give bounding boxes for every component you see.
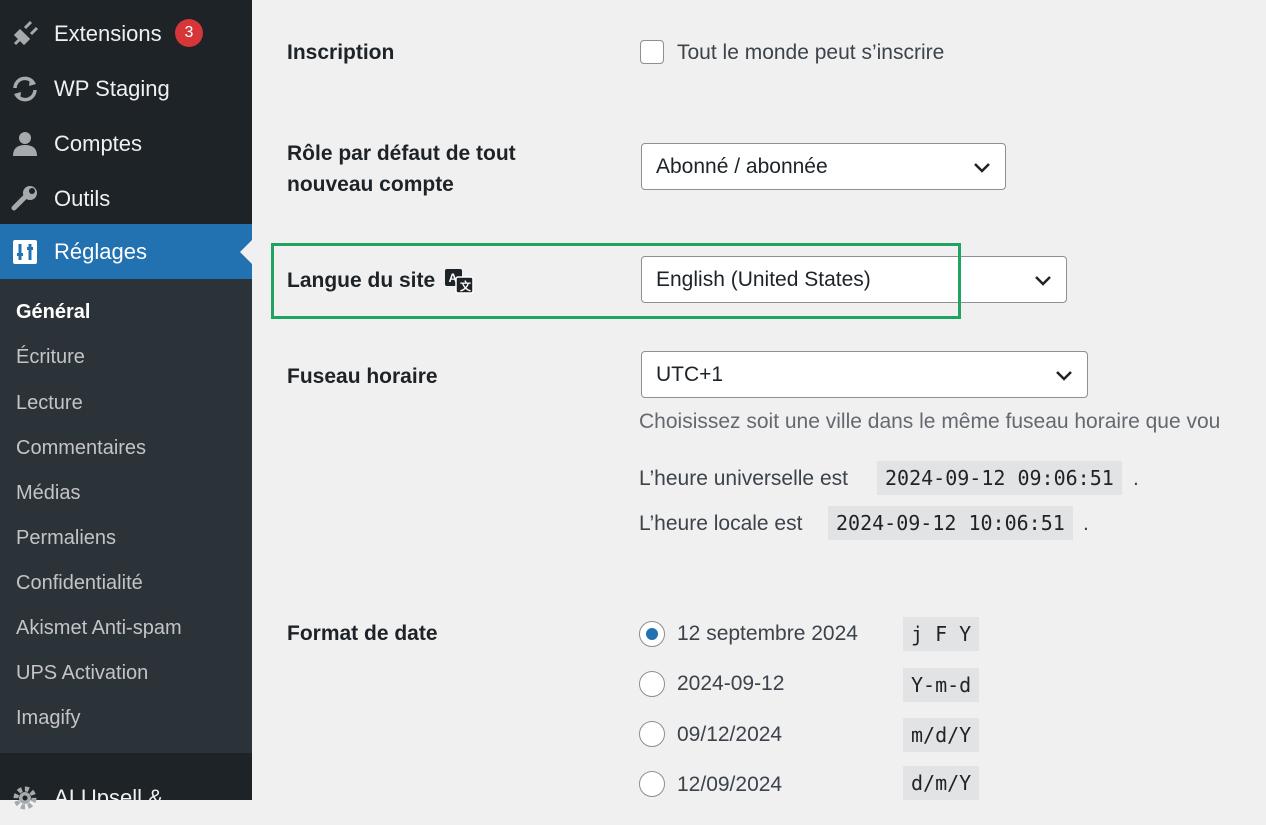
menu-label: Extensions: [54, 20, 162, 46]
date-format-radio-d-m-y[interactable]: [639, 771, 665, 797]
active-indicator: [240, 239, 252, 264]
update-count-badge: 3: [175, 19, 203, 47]
submenu-item-imagify[interactable]: Imagify: [16, 703, 80, 733]
chevron-down-icon: [1056, 371, 1072, 381]
default-role-label-line2: nouveau compte: [287, 173, 454, 196]
submenu-item-medias[interactable]: Médias: [16, 478, 80, 508]
gear-icon: [10, 783, 40, 813]
default-role-label: Rôle par défaut de tout nouveau compte: [287, 138, 516, 200]
local-time-code: 2024-09-12 10:06:51: [828, 506, 1073, 540]
svg-text:文: 文: [460, 279, 472, 293]
site-language-select[interactable]: English (United States): [641, 256, 1067, 303]
plugin-icon: [10, 19, 40, 49]
date-format-option-label[interactable]: 09/12/2024: [677, 721, 782, 749]
site-language-label-text: Langue du site: [287, 269, 436, 292]
date-format-code: m/d/Y: [903, 718, 980, 752]
settings-submenu: Général Écriture Lecture Commentaires Mé…: [0, 279, 252, 753]
timezone-description: Choisissez soit une ville dans le même f…: [639, 410, 1221, 433]
inscription-label: Inscription: [287, 41, 395, 64]
submenu-item-permaliens[interactable]: Permaliens: [16, 523, 116, 553]
date-format-code: j F Y: [903, 617, 980, 651]
default-role-value: Abonné / abonnée: [656, 154, 828, 178]
registration-checkbox-label[interactable]: Tout le monde peut s’inscrire: [677, 39, 944, 67]
wrench-icon: [10, 184, 40, 214]
translate-icon: A文: [444, 268, 474, 294]
date-format-radio-m-d-y[interactable]: [639, 721, 665, 747]
registration-checkbox[interactable]: [640, 40, 664, 64]
user-icon: [10, 129, 40, 159]
settings-sliders-icon: [10, 237, 40, 267]
menu-label: AI Upsell &: [54, 784, 163, 810]
default-role-label-line1: Rôle par défaut de tout: [287, 142, 516, 165]
utc-time-prefix: L’heure universelle est: [639, 467, 848, 490]
refresh-icon: [10, 74, 40, 104]
local-period: .: [1083, 512, 1089, 535]
date-format-radio-y-m-d[interactable]: [639, 671, 665, 697]
admin-sidebar: Extensions 3 WP Staging Comptes Outils R…: [0, 0, 252, 810]
submenu-item-ecriture[interactable]: Écriture: [16, 342, 85, 372]
menu-item-extensions[interactable]: Extensions 3: [0, 6, 252, 61]
date-format-code: Y-m-d: [903, 668, 980, 702]
menu-item-outils[interactable]: Outils: [0, 171, 252, 226]
submenu-item-general[interactable]: Général: [16, 297, 90, 327]
date-format-option-label[interactable]: 12/09/2024: [677, 771, 782, 799]
menu-item-reglages[interactable]: Réglages: [0, 224, 252, 279]
menu-label: Réglages: [54, 238, 147, 264]
chevron-down-icon: [974, 163, 990, 173]
utc-time-code: 2024-09-12 09:06:51: [877, 461, 1122, 495]
site-language-label: Langue du site A文: [287, 265, 474, 296]
submenu-item-akismet[interactable]: Akismet Anti-spam: [16, 613, 182, 643]
utc-period: .: [1133, 467, 1139, 490]
timezone-label: Fuseau horaire: [287, 365, 438, 388]
submenu-item-ups-activation[interactable]: UPS Activation: [16, 658, 148, 688]
menu-item-wp-staging[interactable]: WP Staging: [0, 61, 252, 116]
menu-item-ai-upsell[interactable]: AI Upsell &: [0, 770, 252, 825]
default-role-select[interactable]: Abonné / abonnée: [641, 143, 1006, 190]
submenu-item-commentaires[interactable]: Commentaires: [16, 433, 146, 463]
chevron-down-icon: [1035, 276, 1051, 286]
date-format-option-label[interactable]: 2024-09-12: [677, 670, 784, 698]
menu-label: Comptes: [54, 130, 143, 156]
submenu-item-lecture[interactable]: Lecture: [16, 388, 83, 418]
submenu-item-confidentialite[interactable]: Confidentialité: [16, 568, 143, 598]
menu-label: WP Staging: [54, 75, 170, 101]
timezone-select[interactable]: UTC+1: [641, 351, 1088, 398]
date-format-code: d/m/Y: [903, 766, 980, 800]
date-format-option-label[interactable]: 12 septembre 2024: [677, 620, 858, 648]
timezone-value: UTC+1: [656, 362, 724, 386]
menu-item-comptes[interactable]: Comptes: [0, 116, 252, 171]
date-format-radio-j-f-y[interactable]: [639, 621, 665, 647]
date-format-label: Format de date: [287, 622, 438, 645]
site-language-value: English (United States): [656, 267, 871, 291]
menu-label: Outils: [54, 185, 111, 211]
local-time-prefix: L’heure locale est: [639, 512, 803, 535]
